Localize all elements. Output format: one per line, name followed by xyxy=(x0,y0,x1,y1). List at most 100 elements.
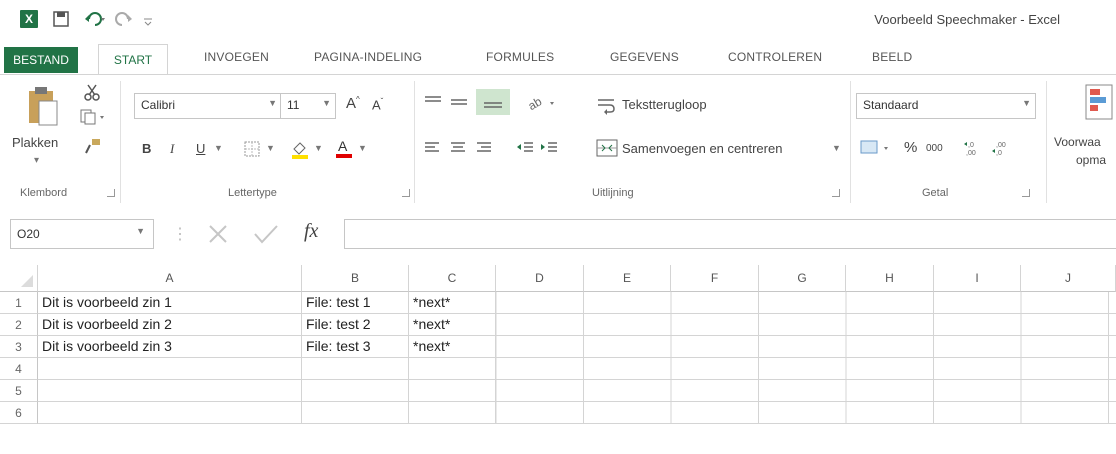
row-header[interactable]: 6 xyxy=(0,402,38,424)
format-painter-icon[interactable] xyxy=(84,137,102,155)
column-header-c[interactable]: C xyxy=(409,265,496,292)
tab-beeld[interactable]: BEELD xyxy=(872,50,912,64)
align-center-icon[interactable] xyxy=(450,141,466,155)
name-box-dropdown-icon[interactable]: ▼ xyxy=(136,226,145,236)
confirm-entry-icon[interactable] xyxy=(252,222,280,246)
merge-center-icon[interactable] xyxy=(596,139,618,157)
column-header-j[interactable]: J xyxy=(1021,265,1116,292)
cell-b1[interactable]: File: test 1 xyxy=(302,292,409,314)
cell-b4[interactable] xyxy=(302,358,409,380)
fill-color-icon[interactable] xyxy=(290,139,310,159)
row-header[interactable]: 4 xyxy=(0,358,38,380)
wrap-text-icon[interactable] xyxy=(596,97,618,115)
cell-a6[interactable] xyxy=(38,402,302,424)
empty-cells-region[interactable] xyxy=(496,292,1116,424)
font-launcher-icon[interactable] xyxy=(402,189,410,197)
name-box[interactable]: O20 ▼ xyxy=(10,219,154,249)
shrink-font-icon[interactable]: Aˇ xyxy=(372,97,383,112)
wrap-text-button[interactable]: Tekstterugloop xyxy=(622,97,707,112)
merge-center-button[interactable]: Samenvoegen en centreren xyxy=(622,141,782,156)
cell-c6[interactable] xyxy=(409,402,496,424)
orientation-icon[interactable]: ab xyxy=(528,93,558,111)
cut-icon[interactable] xyxy=(84,83,100,101)
tab-controleren[interactable]: CONTROLEREN xyxy=(728,50,822,64)
customize-qat-icon[interactable] xyxy=(142,10,154,28)
cell-c4[interactable] xyxy=(409,358,496,380)
align-left-icon[interactable] xyxy=(424,141,440,155)
italic-button[interactable]: I xyxy=(170,141,174,157)
increase-indent-icon[interactable] xyxy=(540,141,558,155)
column-header-h[interactable]: H xyxy=(846,265,934,292)
tab-bestand[interactable]: BESTAND xyxy=(4,47,78,73)
save-icon[interactable] xyxy=(52,10,70,28)
insert-function-icon[interactable]: fx xyxy=(304,220,318,243)
cell-b5[interactable] xyxy=(302,380,409,402)
decrease-indent-icon[interactable] xyxy=(516,141,534,155)
align-top-icon[interactable] xyxy=(424,95,442,109)
cell-c1[interactable]: *next* xyxy=(409,292,496,314)
underline-dropdown-icon[interactable]: ▼ xyxy=(214,143,223,153)
paste-dropdown-icon[interactable]: ▾ xyxy=(34,155,39,166)
grow-font-icon[interactable]: A^ xyxy=(346,95,360,112)
cell-b2[interactable]: File: test 2 xyxy=(302,314,409,336)
undo-icon[interactable] xyxy=(84,10,106,28)
formula-input[interactable] xyxy=(344,219,1116,249)
conditional-formatting-label-2[interactable]: opma xyxy=(1076,153,1106,167)
borders-icon[interactable] xyxy=(244,141,260,157)
column-header-a[interactable]: A xyxy=(38,265,302,292)
tab-start[interactable]: START xyxy=(98,44,168,74)
tab-formules[interactable]: FORMULES xyxy=(486,50,554,64)
clipboard-launcher-icon[interactable] xyxy=(107,189,115,197)
copy-icon[interactable] xyxy=(80,109,106,125)
number-format-select[interactable]: Standaard ▼ xyxy=(856,93,1036,119)
cell-b3[interactable]: File: test 3 xyxy=(302,336,409,358)
number-launcher-icon[interactable] xyxy=(1022,189,1030,197)
cell-c5[interactable] xyxy=(409,380,496,402)
tab-gegevens[interactable]: GEGEVENS xyxy=(610,50,679,64)
cell-a2[interactable]: Dit is voorbeeld zin 2 xyxy=(38,314,302,336)
paste-icon[interactable] xyxy=(26,85,60,129)
column-header-g[interactable]: G xyxy=(759,265,846,292)
decrease-decimal-icon[interactable]: ,00,0 xyxy=(990,139,1012,157)
column-header-f[interactable]: F xyxy=(671,265,759,292)
column-header-b[interactable]: B xyxy=(302,265,409,292)
bold-button[interactable]: B xyxy=(142,141,151,156)
cell-c2[interactable]: *next* xyxy=(409,314,496,336)
cell-a3[interactable]: Dit is voorbeeld zin 3 xyxy=(38,336,302,358)
alignment-launcher-icon[interactable] xyxy=(832,189,840,197)
align-right-icon[interactable] xyxy=(476,141,492,155)
row-header[interactable]: 3 xyxy=(0,336,38,358)
tab-pagina-indeling[interactable]: PAGINA-INDELING xyxy=(314,50,422,64)
font-color-dropdown-icon[interactable]: ▼ xyxy=(358,143,367,153)
select-all-corner[interactable] xyxy=(0,265,38,292)
font-name-select[interactable]: Calibri ▼ xyxy=(134,93,282,119)
merge-center-dropdown-icon[interactable]: ▼ xyxy=(832,143,841,153)
conditional-formatting-label[interactable]: Voorwaa xyxy=(1054,135,1101,149)
cell-a5[interactable] xyxy=(38,380,302,402)
cancel-entry-icon[interactable] xyxy=(206,222,230,246)
tab-invoegen[interactable]: INVOEGEN xyxy=(204,50,269,64)
row-header[interactable]: 5 xyxy=(0,380,38,402)
column-header-d[interactable]: D xyxy=(496,265,584,292)
font-size-select[interactable]: 11 ▼ xyxy=(280,93,336,119)
row-header[interactable]: 2 xyxy=(0,314,38,336)
borders-dropdown-icon[interactable]: ▼ xyxy=(266,143,275,153)
cell-c3[interactable]: *next* xyxy=(409,336,496,358)
align-middle-icon[interactable] xyxy=(450,95,468,109)
accounting-format-icon[interactable] xyxy=(860,139,894,157)
redo-icon[interactable] xyxy=(114,10,136,28)
conditional-formatting-icon[interactable] xyxy=(1084,83,1116,123)
cell-b6[interactable] xyxy=(302,402,409,424)
comma-style-button[interactable]: 000 xyxy=(926,143,943,154)
paste-label[interactable]: Plakken xyxy=(12,135,58,150)
cell-a4[interactable] xyxy=(38,358,302,380)
column-header-i[interactable]: I xyxy=(934,265,1021,292)
fill-color-dropdown-icon[interactable]: ▼ xyxy=(314,143,323,153)
row-header[interactable]: 1 xyxy=(0,292,38,314)
cell-a1[interactable]: Dit is voorbeeld zin 1 xyxy=(38,292,302,314)
percent-style-button[interactable]: % xyxy=(904,139,917,156)
font-color-icon[interactable]: A xyxy=(334,137,354,159)
column-header-e[interactable]: E xyxy=(584,265,671,292)
align-bottom-button[interactable] xyxy=(476,89,510,115)
underline-button[interactable]: U xyxy=(196,141,205,156)
